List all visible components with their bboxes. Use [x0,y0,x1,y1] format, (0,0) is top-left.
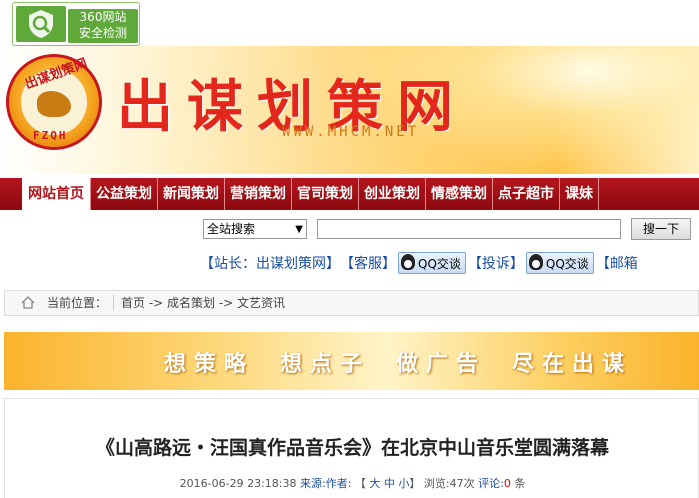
nav-item-startup[interactable]: 创业策划 [359,178,426,210]
main-nav: 网站首页 公益策划 新闻策划 营销策划 官司策划 创业策划 情感策划 点子超市 课妹 [0,174,699,210]
qq-penguin-icon [528,254,543,270]
logo-abbr: FZQH [33,129,68,142]
search-button[interactable]: 搜一下 [631,218,691,240]
nav-item-more[interactable]: 课妹 [560,178,599,210]
article-views: 浏览:47次 [423,477,475,490]
nav-item-marketing[interactable]: 营销策划 [225,178,292,210]
qq-chat-button-2[interactable]: QQ交谈 [525,252,594,274]
badge-text: 360网站 安全检测 [68,9,138,43]
font-size-medium[interactable]: 中 [384,477,395,490]
station-master-link[interactable]: 【站长：出谋划策网】 [200,253,340,273]
qq-chat-button-1[interactable]: QQ交谈 [398,252,466,274]
badge-line1: 360网站 [79,10,127,24]
site-url: WWW.MHCM.NET [282,124,420,140]
slogan-phrase: 想点子 [280,352,371,377]
article-date: 2016-06-29 23:18:38 [179,477,297,490]
slogan-phrase: 做广告 [396,352,487,377]
nav-item-lawsuit[interactable]: 官司策划 [292,178,359,210]
font-size-bracket-open: 【 [354,477,366,490]
nav-item-news[interactable]: 新闻策划 [158,178,225,210]
article-author-label: 作者: [325,477,352,490]
nav-item-public-welfare[interactable]: 公益策划 [91,178,158,210]
complaint-link[interactable]: 【投诉】 [468,253,524,273]
qq-penguin-icon [401,254,415,270]
service-link[interactable]: 【客服】 [340,253,396,273]
search-input[interactable] [317,219,621,239]
article-title: 《山高路远・汪国真作品音乐会》在北京中山音乐堂圆满落幕 [95,437,609,459]
home-icon [21,296,35,309]
font-size-small[interactable]: 小 [398,477,409,490]
breadcrumb: 当前位置： 首页 -> 成名策划 -> 文艺资讯 [4,290,699,316]
breadcrumb-divider [113,295,114,311]
comments-count: 0 [503,477,511,490]
search-scope-select[interactable]: 全站搜索 ▼ [203,219,307,239]
comments-label[interactable]: 评论: [478,477,504,490]
nav-list: 网站首页 公益策划 新闻策划 营销策划 官司策划 创业策划 情感策划 点子超市 课妹 [22,178,599,210]
qq-chat-label-1: QQ交谈 [418,256,461,271]
font-size-large[interactable]: 大 [369,477,380,490]
search-bar: 全站搜索 ▼ 搜一下 [0,212,699,246]
mailbox-link[interactable]: 【邮箱 [596,253,638,273]
shield-magnifier-icon [16,6,66,42]
search-scope-value: 全站搜索 [207,222,256,236]
badge-line2: 安全检测 [78,26,127,40]
site-logo[interactable]: 出谋划策网 FZQH [6,54,102,150]
comments-unit: 条 [514,477,526,490]
contact-row: 【站长：出谋划策网】【客服】 QQ交谈 【投诉】 QQ交谈 【邮箱 [200,252,638,276]
article-source-label: 来源: [299,477,326,490]
nav-item-emotion[interactable]: 情感策划 [426,178,493,210]
security-badge[interactable]: 360网站 安全检测 [12,2,140,46]
chevron-down-icon: ▼ [295,224,303,235]
article: 《山高路远・汪国真作品音乐会》在北京中山音乐堂圆满落幕 2016-06-29 2… [4,398,699,498]
article-meta: 2016-06-29 23:18:38 来源:作者: 【 大 中 小】 浏览:4… [5,475,699,491]
font-size-bracket-close: 】 [409,477,421,490]
nav-item-home[interactable]: 网站首页 [22,178,91,210]
slogan-phrase: 想策略 [164,352,255,377]
slogan-banner: 想策略 想点子 做广告 尽在出谋 [4,332,699,390]
breadcrumb-path[interactable]: 首页 -> 成名策划 -> 文艺资讯 [121,291,285,315]
slogan-phrase: 尽在出谋 [512,352,633,377]
nav-item-idea-market[interactable]: 点子超市 [493,178,560,210]
slogan-text: 想策略 想点子 做广告 尽在出谋 [164,346,658,378]
qq-chat-label-2: QQ交谈 [545,256,589,271]
breadcrumb-label: 当前位置： [47,296,108,310]
site-header: 出谋划策网 FZQH 出谋划策网 WWW.MHCM.NET [0,46,699,174]
